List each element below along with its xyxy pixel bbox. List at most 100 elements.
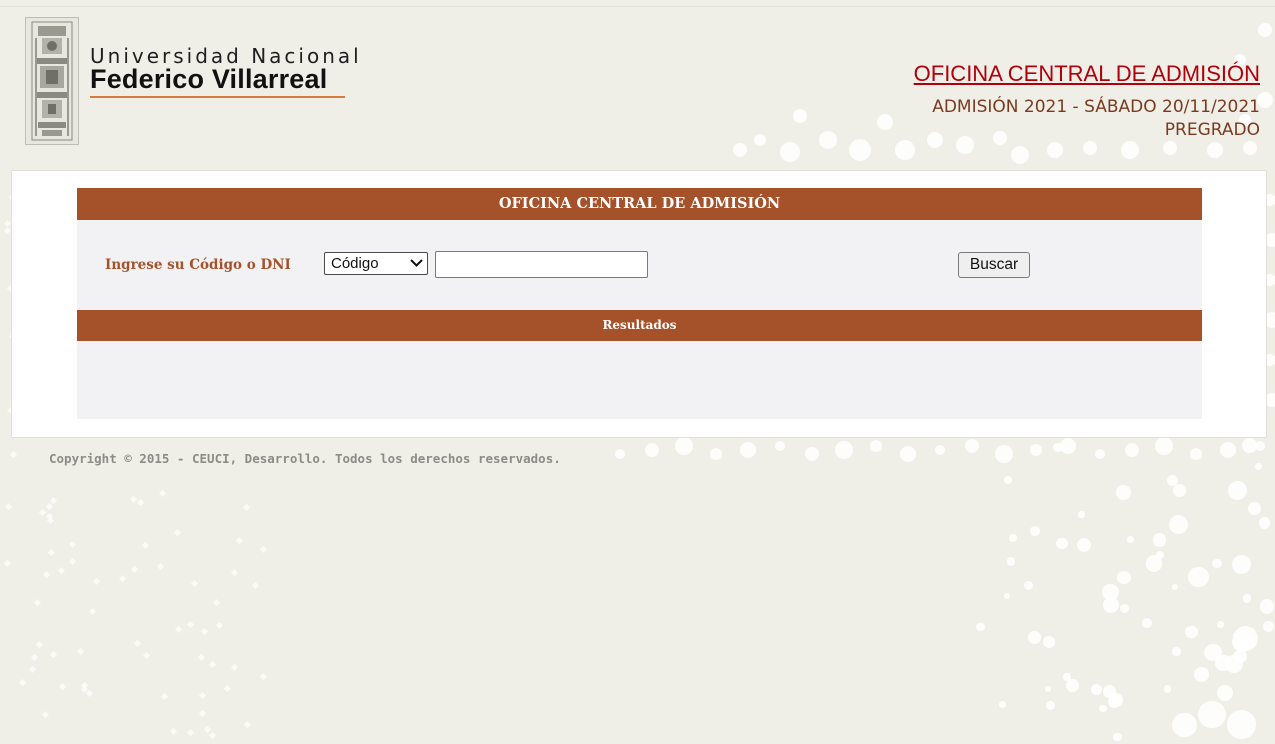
background-dot	[1259, 599, 1275, 614]
background-speck	[92, 577, 100, 586]
background-dot	[1243, 594, 1252, 603]
background-dot	[733, 143, 747, 157]
background-dot	[1099, 704, 1107, 712]
background-speck	[68, 558, 76, 566]
background-speck	[187, 728, 195, 736]
background-speck	[18, 679, 27, 687]
background-dot	[965, 439, 979, 453]
background-speck	[209, 660, 217, 668]
background-speck	[142, 542, 150, 550]
background-dot	[1243, 141, 1257, 155]
search-label: Ingrese su Código o DNI	[105, 257, 291, 273]
background-dot	[780, 142, 800, 162]
background-dot	[999, 700, 1007, 708]
background-speck	[199, 710, 207, 718]
background-speck	[31, 654, 39, 662]
results-area	[77, 341, 1202, 419]
main-panel: OFICINA CENTRAL DE ADMISIÓN Ingrese su C…	[11, 170, 1267, 438]
background-speck	[134, 640, 142, 648]
background-dot	[1141, 618, 1152, 629]
background-dot	[1163, 685, 1172, 693]
background-speck	[175, 625, 183, 633]
background-dot	[1255, 441, 1265, 451]
background-dot	[995, 445, 1013, 463]
background-dot	[1172, 712, 1197, 737]
background-speck	[45, 503, 54, 511]
background-dot	[1056, 537, 1069, 550]
background-dot	[1102, 596, 1119, 613]
background-dot	[1207, 142, 1223, 158]
background-dot	[1116, 570, 1131, 585]
background-dot	[1125, 443, 1139, 457]
background-speck	[59, 682, 67, 691]
background-dot	[1078, 511, 1085, 518]
background-dot	[975, 622, 985, 632]
background-dot	[993, 131, 1007, 145]
background-dot	[1095, 449, 1105, 459]
background-speck	[130, 565, 139, 573]
background-speck	[169, 728, 177, 736]
background-dot	[1127, 535, 1134, 543]
background-dot	[1155, 437, 1173, 455]
background-dot	[1009, 534, 1018, 543]
background-speck	[160, 693, 168, 701]
background-dot	[1194, 667, 1209, 683]
background-dot	[1065, 678, 1079, 692]
background-speck	[129, 495, 137, 503]
chevron-down-icon	[410, 259, 423, 267]
background-dot	[870, 440, 882, 452]
background-dot	[1168, 514, 1188, 534]
background-speck	[4, 559, 12, 567]
background-dot	[1263, 621, 1275, 633]
background-dot	[835, 441, 853, 459]
background-dot	[1030, 444, 1042, 456]
search-input[interactable]	[435, 251, 648, 278]
background-dot	[1003, 476, 1012, 485]
background-speck	[143, 651, 151, 659]
background-speck	[212, 599, 220, 607]
background-speck	[174, 528, 182, 536]
background-speck	[58, 567, 66, 575]
background-speck	[208, 731, 216, 739]
background-dot	[1233, 633, 1240, 640]
background-speck	[230, 569, 238, 577]
background-dot	[1231, 555, 1251, 575]
background-dot	[1171, 584, 1178, 591]
background-speck	[201, 627, 209, 635]
background-dot	[1198, 700, 1227, 729]
office-title-link[interactable]: OFICINA CENTRAL DE ADMISIÓN	[914, 61, 1260, 87]
background-dot	[1216, 684, 1234, 702]
background-dot	[1023, 580, 1033, 590]
background-dot	[710, 448, 722, 460]
background-speck	[157, 562, 165, 570]
background-dot	[1043, 635, 1056, 648]
background-dot	[1172, 647, 1181, 656]
background-dot	[645, 443, 659, 457]
search-button[interactable]: Buscar	[958, 252, 1030, 278]
background-dot	[1228, 480, 1248, 500]
background-dot	[805, 447, 819, 461]
background-dot	[754, 134, 766, 146]
background-dot	[1220, 442, 1236, 458]
background-speck	[9, 450, 17, 458]
background-speck	[215, 622, 223, 630]
background-speck	[88, 607, 96, 615]
background-dot	[1076, 537, 1091, 553]
search-type-selected: Código	[331, 255, 379, 272]
background-dot	[793, 109, 807, 123]
background-dot	[1047, 142, 1063, 158]
background-speck	[236, 537, 244, 545]
background-dot	[1227, 710, 1256, 739]
university-crest-icon	[25, 17, 79, 145]
background-speck	[136, 498, 144, 507]
background-speck	[231, 663, 239, 671]
background-speck	[76, 648, 84, 656]
background-speck	[242, 503, 250, 511]
background-dot	[1216, 620, 1224, 628]
background-speck	[186, 621, 194, 629]
background-dot	[1091, 683, 1103, 695]
background-dot	[1120, 603, 1130, 613]
background-speck	[33, 598, 41, 606]
background-speck	[199, 691, 207, 700]
search-type-select[interactable]: Código	[324, 252, 428, 275]
